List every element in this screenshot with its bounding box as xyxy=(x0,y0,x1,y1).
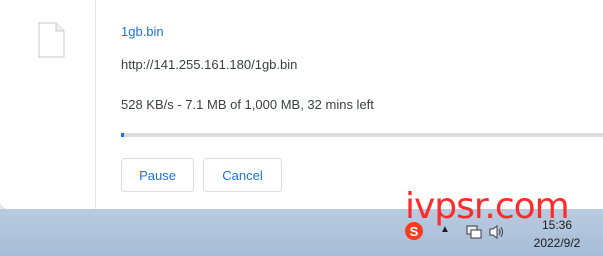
download-item-card: 1gb.bin http://141.255.161.180/1gb.bin 5… xyxy=(0,0,603,209)
cancel-button[interactable]: Cancel xyxy=(203,158,282,192)
download-status-text: 528 KB/s - 7.1 MB of 1,000 MB, 32 mins l… xyxy=(121,97,374,112)
pause-button[interactable]: Pause xyxy=(121,158,194,192)
clock-date: 2022/9/2 xyxy=(533,236,581,250)
download-progress-bar xyxy=(121,133,603,137)
download-file-name-link[interactable]: 1gb.bin xyxy=(121,24,164,39)
file-icon xyxy=(38,22,65,58)
file-icon-column xyxy=(0,0,96,209)
watermark-text: ivpsr.com xyxy=(405,186,570,227)
download-progress-fill xyxy=(121,133,125,137)
network-icon[interactable] xyxy=(466,225,482,239)
download-source-url: http://141.255.161.180/1gb.bin xyxy=(121,57,298,72)
